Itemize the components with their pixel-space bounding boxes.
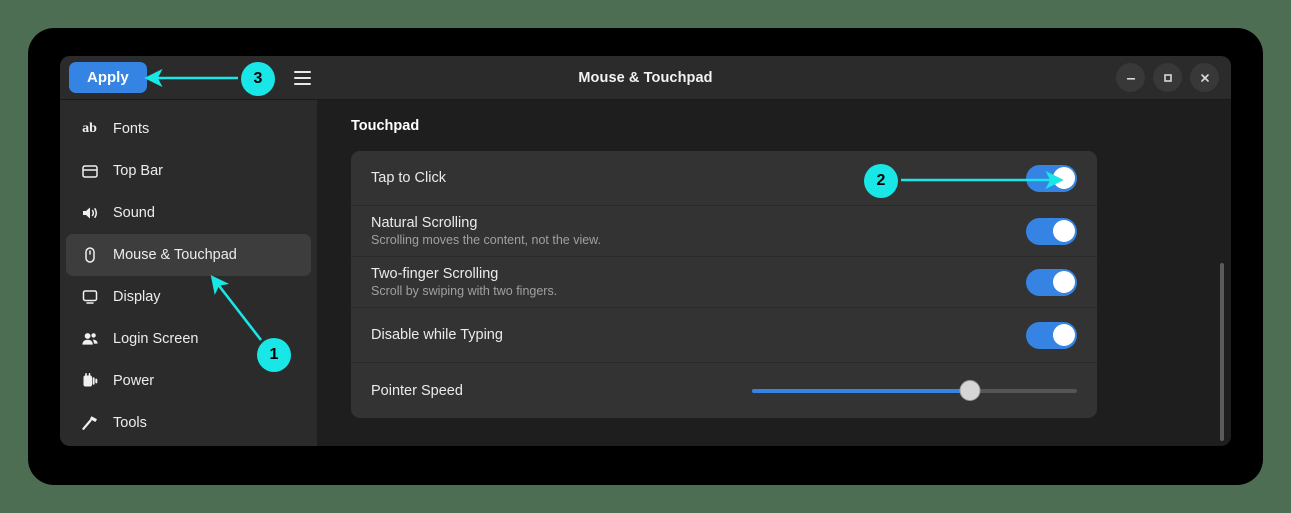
row-texts: Natural Scrolling Scrolling moves the co… bbox=[371, 206, 1026, 256]
sidebar-item-mouse-touchpad[interactable]: Mouse & Touchpad bbox=[66, 234, 311, 276]
row-texts: Disable while Typing bbox=[371, 318, 1026, 352]
sidebar-item-label: Mouse & Touchpad bbox=[113, 247, 237, 263]
sidebar-item-fonts[interactable]: ab Fonts bbox=[66, 108, 311, 150]
setting-row-disable-while-typing: Disable while Typing bbox=[351, 308, 1097, 363]
users-icon bbox=[80, 330, 99, 349]
close-button[interactable] bbox=[1190, 63, 1219, 92]
setting-row-tap-to-click: Tap to Click bbox=[351, 151, 1097, 206]
minimize-icon bbox=[1125, 72, 1137, 84]
row-texts: Tap to Click bbox=[371, 161, 1026, 195]
maximize-button[interactable] bbox=[1153, 63, 1182, 92]
mouse-icon bbox=[80, 246, 99, 265]
sidebar-item-display[interactable]: Display bbox=[66, 276, 311, 318]
app-window: Apply Mouse & Touchpad ab Fonts Top Bar … bbox=[60, 56, 1231, 446]
sound-speaker-icon bbox=[80, 204, 99, 223]
maximize-icon bbox=[1162, 72, 1174, 84]
sidebar-item-label: Display bbox=[113, 289, 161, 305]
setting-row-pointer-speed: Pointer Speed bbox=[351, 363, 1097, 418]
slider-thumb[interactable] bbox=[959, 380, 981, 401]
setting-row-two-finger-scrolling: Two-finger Scrolling Scroll by swiping w… bbox=[351, 257, 1097, 308]
window-controls bbox=[1116, 63, 1219, 92]
row-title: Tap to Click bbox=[371, 170, 446, 186]
sidebar-item-label: Sound bbox=[113, 205, 155, 221]
window-titlebar: Apply Mouse & Touchpad bbox=[60, 56, 1231, 100]
sidebar-item-sound[interactable]: Sound bbox=[66, 192, 311, 234]
touchpad-settings-card: Tap to Click Natural Scrolling Scrolling… bbox=[351, 151, 1097, 418]
content-scrollbar[interactable] bbox=[1220, 263, 1224, 441]
row-subtitle: Scroll by swiping with two fingers. bbox=[371, 284, 558, 298]
sidebar-item-tools[interactable]: Tools bbox=[66, 402, 311, 444]
row-texts: Two-finger Scrolling Scroll by swiping w… bbox=[371, 257, 1026, 307]
slider-fill bbox=[752, 388, 970, 393]
content-area: Touchpad Tap to Click Natural Scrolling … bbox=[317, 100, 1231, 446]
section-title: Touchpad bbox=[351, 118, 420, 134]
close-icon bbox=[1199, 72, 1211, 84]
row-title: Natural Scrolling bbox=[371, 215, 478, 231]
display-monitor-icon bbox=[80, 288, 99, 307]
page-title: Mouse & Touchpad bbox=[578, 69, 713, 86]
sidebar-item-top-bar[interactable]: Top Bar bbox=[66, 150, 311, 192]
sidebar-item-power[interactable]: Power bbox=[66, 360, 311, 402]
sidebar-item-label: Power bbox=[113, 373, 155, 389]
sidebar-item-login-screen[interactable]: Login Screen bbox=[66, 318, 311, 360]
sidebar-item-label: Login Screen bbox=[113, 331, 199, 347]
sidebar-item-label: Top Bar bbox=[113, 163, 163, 179]
top-bar-icon bbox=[80, 162, 99, 181]
row-texts: Pointer Speed bbox=[371, 374, 752, 408]
hammer-tool-icon bbox=[80, 414, 99, 433]
row-title: Disable while Typing bbox=[371, 327, 503, 343]
row-title: Pointer Speed bbox=[371, 382, 463, 399]
row-title: Two-finger Scrolling bbox=[371, 266, 499, 282]
sidebar-item-label: Tools bbox=[113, 415, 147, 431]
tap-to-click-toggle[interactable] bbox=[1026, 164, 1077, 192]
two-finger-scrolling-toggle[interactable] bbox=[1026, 268, 1077, 296]
row-subtitle: Scrolling moves the content, not the vie… bbox=[371, 233, 601, 247]
power-plug-icon bbox=[80, 372, 99, 391]
natural-scrolling-toggle[interactable] bbox=[1026, 217, 1077, 245]
setting-row-natural-scrolling: Natural Scrolling Scrolling moves the co… bbox=[351, 206, 1097, 257]
minimize-button[interactable] bbox=[1116, 63, 1145, 92]
window-body: ab Fonts Top Bar Sound Mouse & Touchpad … bbox=[60, 100, 1231, 446]
sidebar: ab Fonts Top Bar Sound Mouse & Touchpad … bbox=[60, 100, 317, 446]
sidebar-item-label: Fonts bbox=[113, 121, 150, 137]
fonts-ab-icon: ab bbox=[82, 121, 97, 136]
disable-while-typing-toggle[interactable] bbox=[1026, 321, 1077, 349]
pointer-speed-slider[interactable] bbox=[752, 378, 1077, 404]
